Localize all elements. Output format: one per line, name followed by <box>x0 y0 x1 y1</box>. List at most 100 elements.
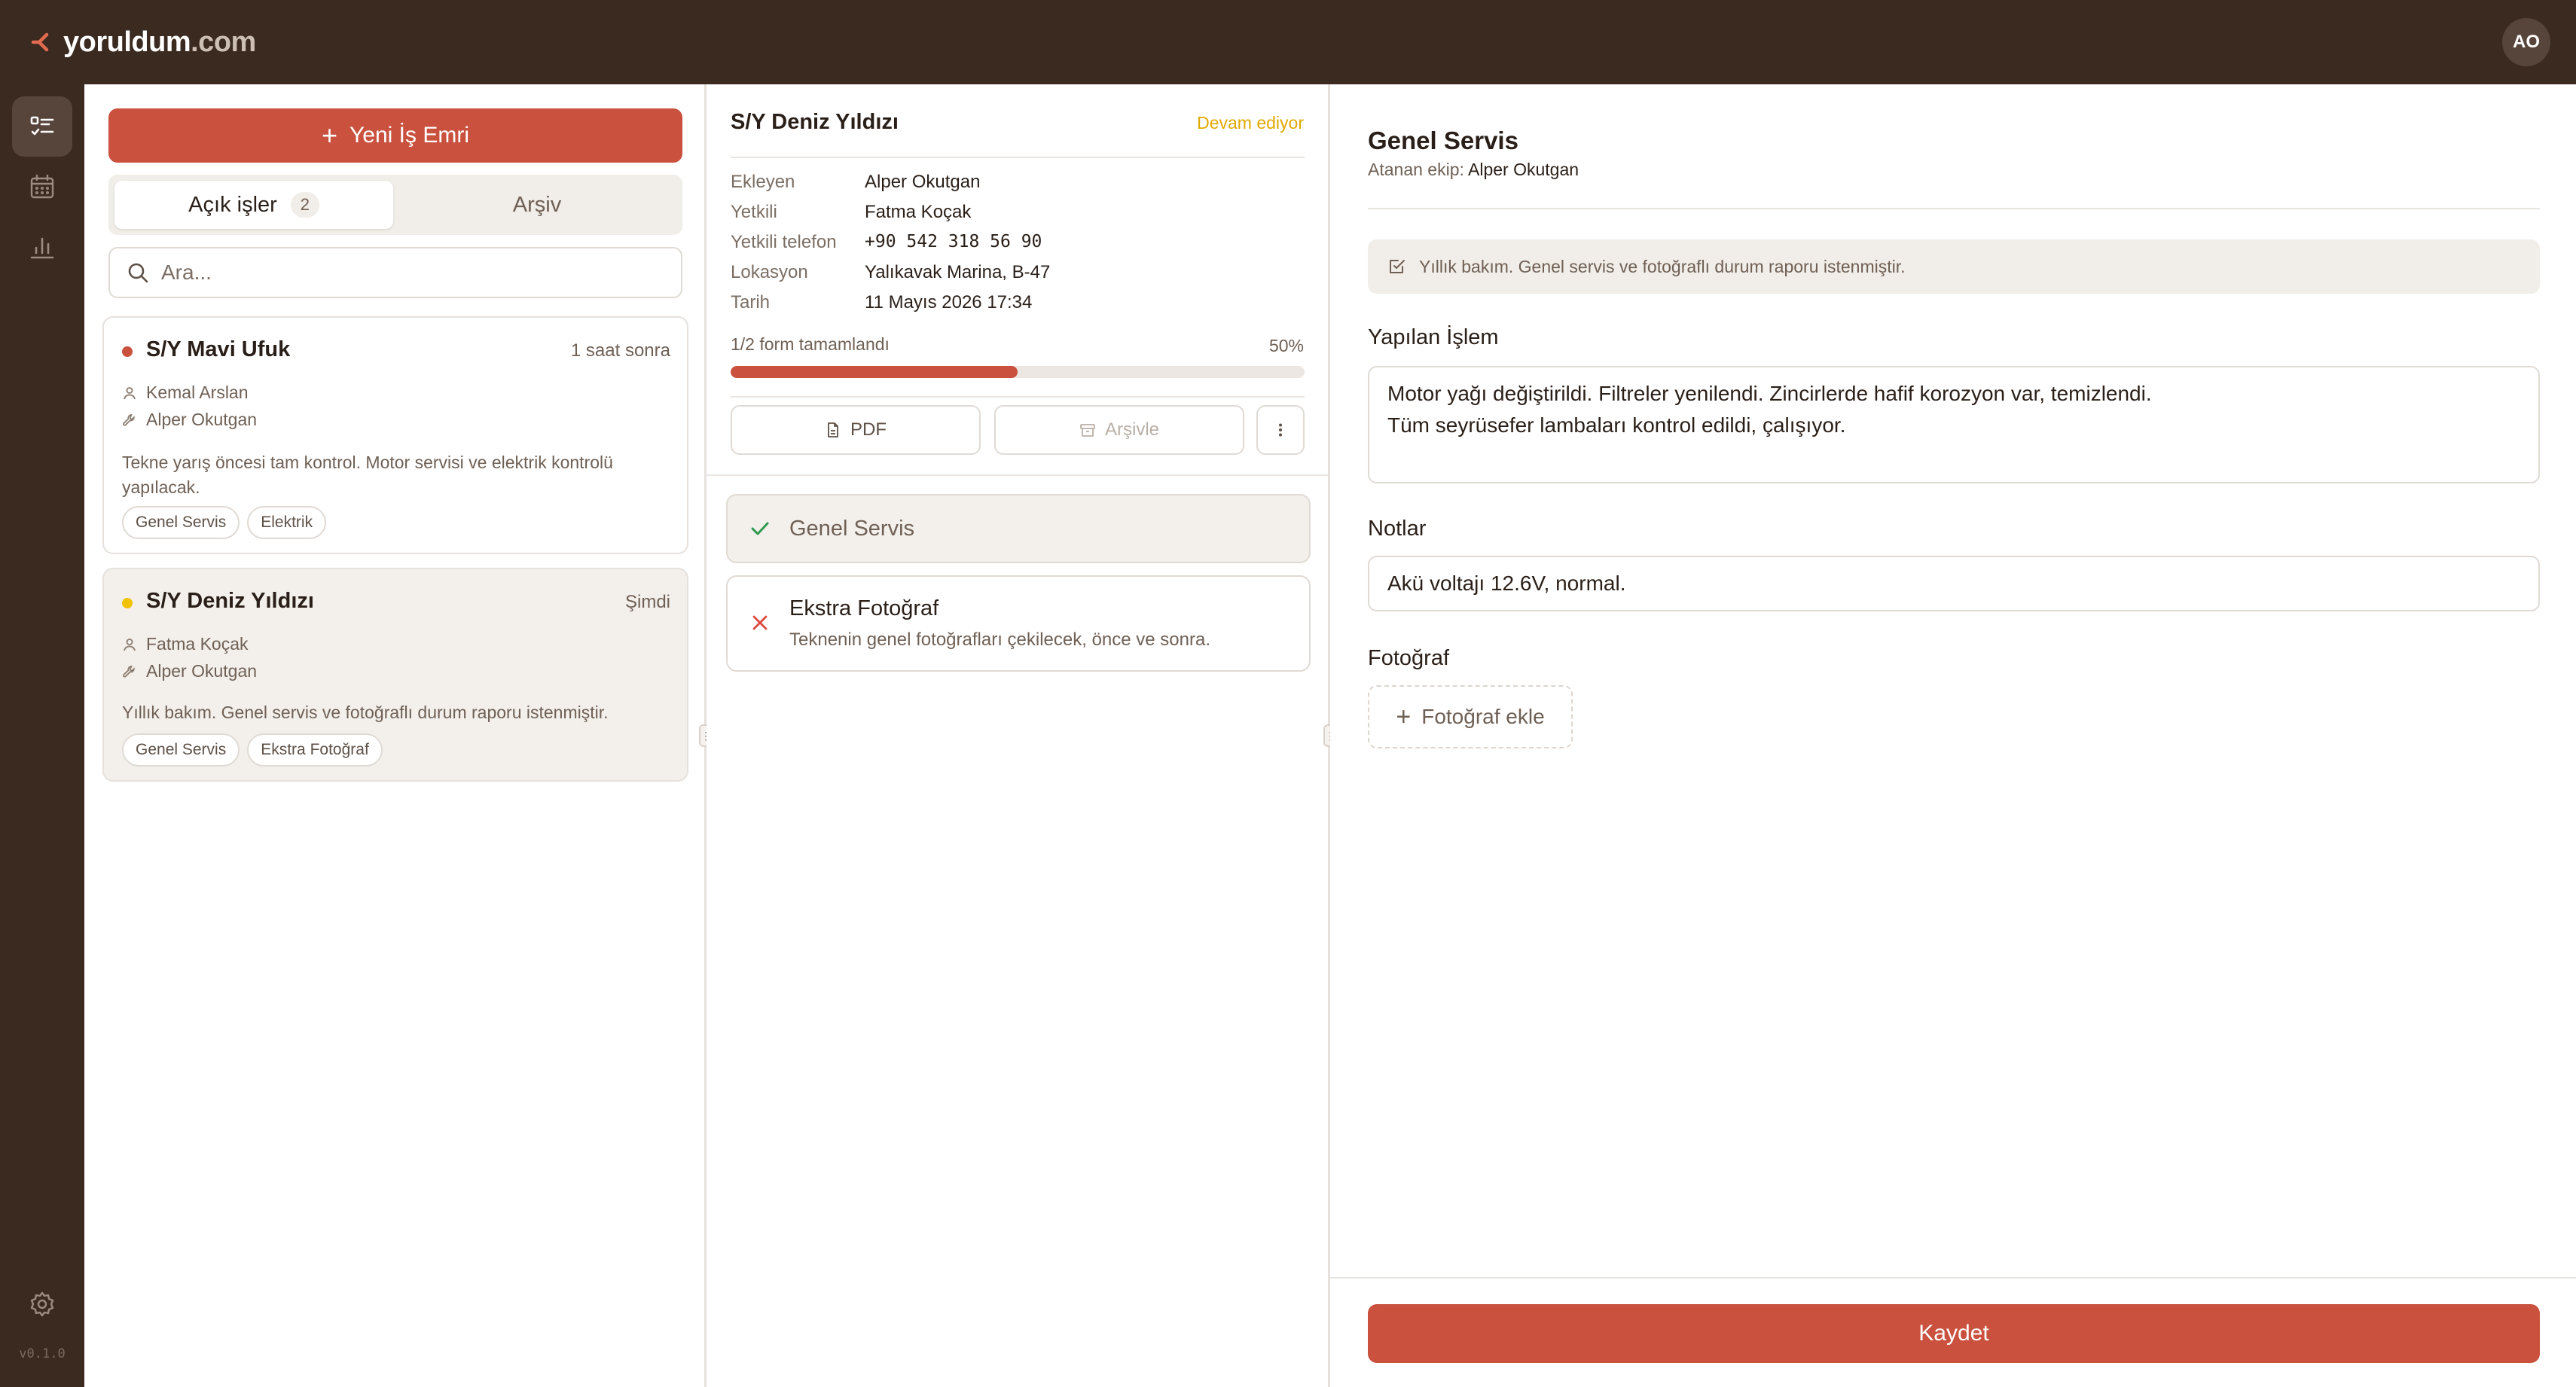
tab-open-jobs[interactable]: Açık işler 2 <box>114 181 393 229</box>
new-work-order-button[interactable]: + Yeni İş Emri <box>108 108 682 163</box>
field-label: Yetkili telefon <box>731 232 837 252</box>
job-description: Tekne yarış öncesi tam kontrol. Motor se… <box>122 453 613 497</box>
job-tabs: Açık işler 2 Arşiv <box>108 175 682 235</box>
save-button[interactable]: Kaydet <box>1368 1304 2540 1363</box>
open-jobs-count-badge: 2 <box>290 192 319 218</box>
divider <box>731 157 1305 158</box>
archive-button[interactable]: Arşivle <box>994 405 1244 455</box>
job-tag: Elektrik <box>247 506 327 539</box>
job-note: Yıllık bakım. Genel servis ve fotoğraflı… <box>1368 239 2540 294</box>
job-technician: Alper Okutgan <box>122 410 257 430</box>
progress-label: 1/2 form tamamlandı <box>731 334 890 354</box>
divider <box>707 474 1328 476</box>
form-item-title: Genel Servis <box>789 517 915 541</box>
assigned-team: Atanan ekip: Alper Okutgan <box>1368 160 1579 180</box>
nav-settings[interactable] <box>12 1274 72 1334</box>
top-bar: yoruldum .com AO <box>0 0 2576 84</box>
nav-calendar[interactable] <box>12 157 72 217</box>
work-done-line: Tüm seyrüsefer lambaları kontrol edildi,… <box>1387 413 1846 437</box>
task-list-icon <box>30 116 54 136</box>
user-avatar[interactable]: AO <box>2502 18 2550 66</box>
job-technician: Alper Okutgan <box>122 661 257 681</box>
plus-icon: + <box>322 120 338 151</box>
job-technician-name: Alper Okutgan <box>146 410 258 429</box>
new-work-order-label: Yeni İş Emri <box>349 123 469 148</box>
document-icon <box>828 422 838 437</box>
status-dot <box>122 598 133 608</box>
pdf-button[interactable]: PDF <box>731 405 981 455</box>
assigned-value: Alper Okutgan <box>1468 160 1579 179</box>
more-options-button[interactable] <box>1256 405 1305 455</box>
logo-arrow-icon <box>31 32 49 52</box>
tab-archive-label: Arşiv <box>512 192 562 217</box>
form-panel: Genel Servis Atanan ekip: Alper Okutgan … <box>1330 84 2576 1387</box>
job-list-panel: + Yeni İş Emri Açık işler 2 Arşiv S/Y Ma… <box>84 84 707 1387</box>
app-version: v0.1.0 <box>19 1346 66 1361</box>
notes-field[interactable]: Akü voltajı 12.6V, normal. <box>1368 556 2540 611</box>
work-done-label: Yapılan İşlem <box>1368 325 1499 349</box>
checkbox-note-icon <box>1390 260 1405 273</box>
work-done-line: Motor yağı değiştirildi. Filtreler yenil… <box>1387 382 2152 405</box>
job-contact-name: Kemal Arslan <box>146 383 249 402</box>
add-photo-button[interactable]: + Fotoğraf ekle <box>1368 685 1573 748</box>
status-badge: Devam ediyor <box>1197 113 1304 133</box>
progress-bar-fill <box>731 366 1018 378</box>
divider <box>731 396 1305 398</box>
assigned-label: Atanan ekip: <box>1368 160 1464 179</box>
tab-open-jobs-label: Açık işler <box>188 192 277 217</box>
archive-icon <box>1080 424 1095 437</box>
add-photo-label: Fotoğraf ekle <box>1421 705 1545 728</box>
field-label: Tarih <box>731 292 771 312</box>
archive-button-label: Arşivle <box>1104 419 1159 440</box>
form-title: Genel Servis <box>1368 127 1518 154</box>
search-input[interactable] <box>161 261 643 285</box>
job-tag: Ekstra Fotoğraf <box>247 733 383 767</box>
job-tags: Genel Servis Elektrik <box>122 506 334 539</box>
job-tag: Genel Servis <box>122 506 240 539</box>
job-contact-name: Fatma Koçak <box>146 634 249 654</box>
logo-domain: .com <box>191 26 256 58</box>
notes-value: Akü voltajı 12.6V, normal. <box>1387 572 1626 595</box>
job-card-selected[interactable]: S/Y Deniz Yıldızı Şimdi Fatma Koçak Alpe… <box>102 568 688 782</box>
pdf-button-label: PDF <box>850 419 887 440</box>
divider <box>1368 208 2540 209</box>
progress-bar <box>731 366 1305 378</box>
close-icon <box>752 615 768 630</box>
person-icon <box>124 638 136 651</box>
job-description: Yıllık bakım. Genel servis ve fotoğraflı… <box>122 703 609 722</box>
form-item-title: Ekstra Fotoğraf <box>789 596 939 620</box>
wrench-icon <box>123 413 135 426</box>
more-vertical-icon <box>1279 423 1282 437</box>
job-tag: Genel Servis <box>122 733 240 767</box>
calendar-icon <box>30 174 54 199</box>
nav-tasks[interactable] <box>12 96 72 157</box>
form-item-ekstra-fotograf[interactable]: Ekstra Fotoğraf Teknenin genel fotoğrafl… <box>726 575 1311 672</box>
job-time: 1 saat sonra <box>570 340 670 361</box>
field-label: Lokasyon <box>731 262 808 282</box>
job-title: S/Y Mavi Ufuk <box>146 337 291 361</box>
field-value: 11 Mayıs 2026 17:34 <box>865 292 1033 312</box>
job-contact: Fatma Koçak <box>122 634 249 654</box>
app-logo[interactable]: yoruldum .com <box>30 21 256 63</box>
wrench-icon <box>123 665 135 678</box>
job-card[interactable]: S/Y Mavi Ufuk 1 saat sonra Kemal Arslan … <box>102 316 688 554</box>
field-label: Yetkili <box>731 202 777 222</box>
work-done-textarea[interactable]: Motor yağı değiştirildi. Filtreler yenil… <box>1368 366 2540 483</box>
job-contact: Kemal Arslan <box>122 383 249 403</box>
nav-rail: v0.1.0 <box>0 84 84 1387</box>
phone-value[interactable]: +90 542 318 56 90 <box>865 232 1042 251</box>
tab-archive[interactable]: Arşiv <box>398 181 676 229</box>
bar-chart-icon <box>30 237 54 259</box>
job-tags: Genel Servis Ekstra Fotoğraf <box>122 733 390 767</box>
divider <box>1330 1277 2576 1279</box>
notes-label: Notlar <box>1368 517 1427 541</box>
photo-label: Fotoğraf <box>1368 646 1449 670</box>
gear-icon <box>30 1291 54 1317</box>
nav-reports[interactable] <box>12 217 72 277</box>
job-technician-name: Alper Okutgan <box>146 661 258 681</box>
check-icon <box>751 522 769 535</box>
job-note-text: Yıllık bakım. Genel servis ve fotoğraflı… <box>1419 256 1906 276</box>
field-value: Yalıkavak Marina, B-47 <box>865 262 1051 282</box>
form-item-genel-servis[interactable]: Genel Servis <box>726 494 1311 563</box>
job-detail-panel: S/Y Deniz Yıldızı Devam ediyor Ekleyen A… <box>707 84 1330 1387</box>
